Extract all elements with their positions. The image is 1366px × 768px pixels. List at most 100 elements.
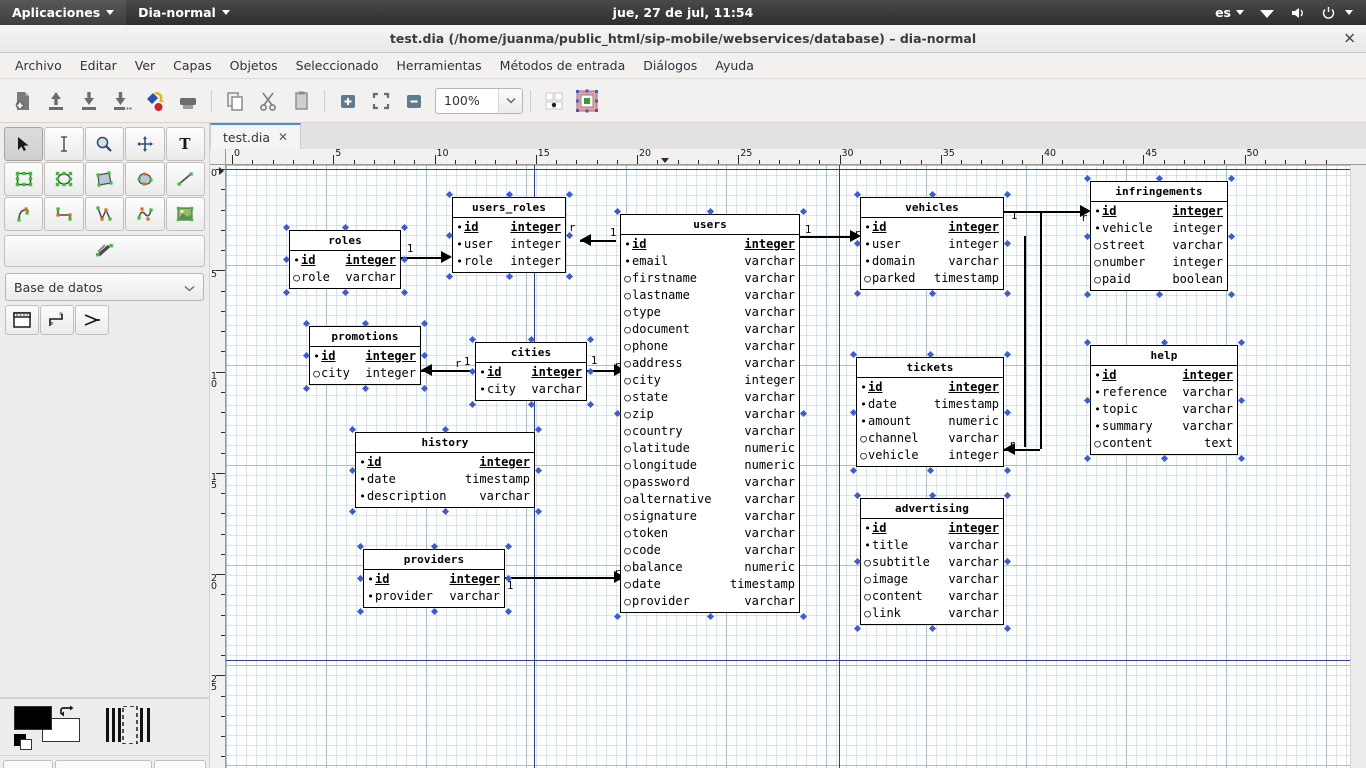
er-field-row[interactable]: •providervarchar — [364, 588, 504, 605]
copy-button[interactable] — [219, 85, 251, 117]
er-field-row[interactable]: ○codevarchar — [621, 542, 799, 559]
arrow-style-button[interactable] — [154, 760, 206, 768]
er-field-row[interactable]: •topicvarchar — [1091, 401, 1237, 418]
line-style-button[interactable] — [55, 760, 153, 768]
er-field-row[interactable]: ○lastnamevarchar — [621, 287, 799, 304]
er-table-vehicles[interactable]: vehicles•idinteger•userinteger•domainvar… — [860, 197, 1004, 290]
zigzagline-tool-button[interactable] — [44, 197, 83, 231]
color-chooser[interactable] — [14, 706, 86, 748]
er-field-row[interactable]: •idinteger — [621, 236, 799, 253]
er-field-row[interactable]: ○cityinteger — [621, 372, 799, 389]
er-field-row[interactable]: •idinteger — [857, 379, 1003, 396]
er-table-users[interactable]: users•idinteger•emailvarchar○firstnameva… — [620, 214, 800, 613]
polyline-tool-button[interactable] — [85, 197, 124, 231]
er-table-advertising[interactable]: advertising•idinteger•titlevarchar○subti… — [860, 498, 1004, 625]
magnify-tool-button[interactable] — [85, 127, 124, 161]
er-field-row[interactable]: •datetimestamp — [356, 471, 534, 488]
save-as-button[interactable] — [106, 85, 138, 117]
power-menu[interactable] — [1318, 0, 1356, 25]
tab-test-dia[interactable]: test.dia ✕ — [210, 123, 301, 149]
er-field-row[interactable]: •referencevarchar — [1091, 384, 1237, 401]
er-field-row[interactable]: ○rolevarchar — [290, 269, 400, 286]
menu-herramientas[interactable]: Herramientas — [388, 55, 491, 76]
sheet-selector[interactable]: Base de datos — [5, 273, 204, 301]
close-icon[interactable]: ✕ — [278, 130, 288, 144]
box-tool-button[interactable] — [4, 162, 43, 196]
er-field-row[interactable]: •summaryvarchar — [1091, 418, 1237, 435]
new-diagram-button[interactable] — [7, 85, 39, 117]
image-tool-button[interactable] — [166, 197, 205, 231]
beziergon-tool-button[interactable] — [125, 162, 164, 196]
menu-ver[interactable]: Ver — [126, 55, 164, 76]
connector-line[interactable] — [1040, 211, 1042, 236]
er-field-row[interactable]: ○statevarchar — [621, 389, 799, 406]
export-button[interactable] — [139, 85, 171, 117]
er-field-row[interactable]: •idinteger — [453, 219, 565, 236]
snap-to-grid-button[interactable] — [538, 85, 570, 117]
line-tool-button[interactable] — [166, 162, 205, 196]
er-field-row[interactable]: •idinteger — [290, 252, 400, 269]
er-field-row[interactable]: ○zipvarchar — [621, 406, 799, 423]
er-field-row[interactable]: ○signaturevarchar — [621, 508, 799, 525]
app-menu[interactable]: Dia-normal — [126, 0, 242, 25]
line-width-button[interactable] — [3, 760, 53, 768]
zoom-level-value[interactable]: 100% — [436, 89, 498, 113]
er-table-history[interactable]: history•idinteger•datetimestamp•descript… — [355, 432, 535, 508]
er-table-cities[interactable]: cities•idinteger•cityvarchar — [475, 342, 587, 401]
db-compound-tool-button[interactable] — [75, 305, 109, 335]
scroll-tool-button[interactable] — [125, 127, 164, 161]
menu-seleccionado[interactable]: Seleccionado — [287, 55, 388, 76]
connector-line[interactable] — [587, 370, 614, 372]
connector-line[interactable] — [1024, 236, 1026, 447]
er-field-row[interactable]: •idinteger — [861, 520, 1003, 537]
diagram-canvas[interactable]: roles•idinteger○rolevarchar users_roles•i… — [226, 165, 1350, 768]
snap-to-objects-button[interactable] — [571, 85, 603, 117]
er-field-row[interactable]: ○contenttext — [1091, 435, 1237, 452]
menu-archivo[interactable]: Archivo — [6, 55, 71, 76]
er-table-promotions[interactable]: promotions•idinteger○cityinteger — [309, 326, 421, 385]
swap-colors-icon[interactable] — [58, 704, 76, 720]
outline-tool-button[interactable] — [4, 235, 205, 267]
er-field-row[interactable]: ○tokenvarchar — [621, 525, 799, 542]
vertical-scrollbar[interactable] — [1350, 165, 1366, 768]
vertical-ruler[interactable]: 0510152025 — [210, 165, 226, 768]
default-colors-bg[interactable] — [20, 739, 32, 750]
er-field-row[interactable]: ○parkedtimestamp — [861, 270, 1003, 287]
horizontal-ruler[interactable]: 05101520253035404550 — [226, 149, 1366, 165]
keyboard-layout-indicator[interactable]: es — [1212, 0, 1247, 25]
er-table-providers[interactable]: providers•idinteger•providervarchar — [363, 549, 505, 608]
er-field-row[interactable]: •domainvarchar — [861, 253, 1003, 270]
er-field-row[interactable]: •descriptionvarchar — [356, 488, 534, 505]
er-field-row[interactable]: ○cityinteger — [310, 365, 420, 382]
menu-dialogos[interactable]: Diálogos — [634, 55, 706, 76]
connector-line[interactable] — [401, 257, 441, 259]
er-field-row[interactable]: •roleinteger — [453, 253, 565, 270]
line-pattern-chooser[interactable] — [106, 706, 158, 748]
volume-indicator[interactable] — [1287, 0, 1309, 25]
pointer-tool-button[interactable] — [4, 127, 43, 161]
er-field-row[interactable]: ○imagevarchar — [861, 571, 1003, 588]
window-close-button[interactable]: ✕ — [1343, 31, 1356, 46]
foreground-color-swatch[interactable] — [14, 706, 52, 730]
connector-line[interactable] — [1040, 236, 1042, 449]
er-field-row[interactable]: ○subtitlevarchar — [861, 554, 1003, 571]
ellipse-tool-button[interactable] — [44, 162, 83, 196]
er-field-row[interactable]: ○providervarchar — [621, 593, 799, 610]
menu-capas[interactable]: Capas — [164, 55, 221, 76]
er-field-row[interactable]: ○vehicleinteger — [857, 447, 1003, 464]
er-field-row[interactable]: •cityvarchar — [476, 381, 586, 398]
er-field-row[interactable]: ○typevarchar — [621, 304, 799, 321]
er-field-row[interactable]: ○numberinteger — [1091, 254, 1227, 271]
er-table-tickets[interactable]: tickets•idinteger•datetimestamp•amountnu… — [856, 357, 1004, 467]
text-edit-tool-button[interactable] — [44, 127, 83, 161]
menu-editar[interactable]: Editar — [71, 55, 126, 76]
zoom-combobox[interactable]: 100% — [435, 88, 523, 114]
paste-button[interactable] — [285, 85, 317, 117]
zoom-fit-button[interactable] — [365, 85, 397, 117]
er-field-row[interactable]: ○countryvarchar — [621, 423, 799, 440]
menu-objetos[interactable]: Objetos — [221, 55, 287, 76]
er-field-row[interactable]: ○latitudenumeric — [621, 440, 799, 457]
er-table-roles[interactable]: roles•idinteger○rolevarchar — [289, 230, 401, 289]
er-field-row[interactable]: ○contentvarchar — [861, 588, 1003, 605]
er-table-users_roles[interactable]: users_roles•idinteger•userinteger•rolein… — [452, 197, 566, 273]
